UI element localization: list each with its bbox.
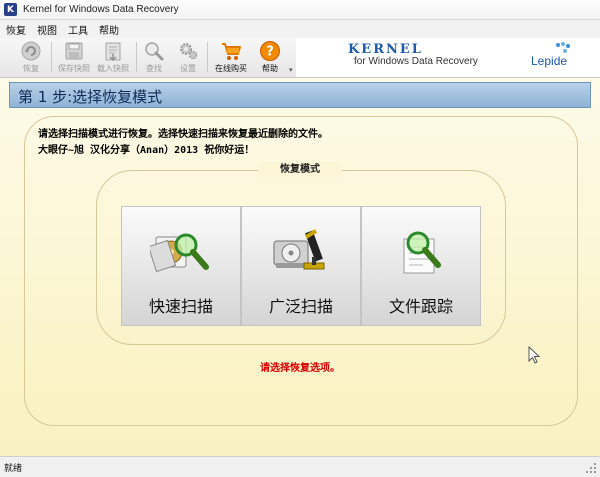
translator-credit: 大眼仔~旭 汉化分享（Anan）2013 祝你好运！ <box>38 145 255 156</box>
app-icon: K <box>4 3 17 16</box>
file-trace-button[interactable]: 文件跟踪 <box>361 206 481 326</box>
settings-button[interactable]: 设置 <box>174 39 202 75</box>
instruction-text: 请选择扫描模式进行恢复。选择快速扫描来恢复最近删除的文件。 <box>38 129 328 140</box>
gear-icon <box>180 43 198 60</box>
menu-tools[interactable]: 工具 <box>68 22 88 37</box>
status-text: 就绪 <box>4 464 23 474</box>
save-snapshot-icon <box>65 42 83 60</box>
selection-prompt: 请选择恢复选项。 <box>260 363 340 374</box>
step-title: 第 1 步:选择恢复模式 <box>18 88 163 106</box>
toolbar-separator <box>207 42 208 72</box>
cart-icon <box>222 43 241 60</box>
load-snapshot-button[interactable]: 载入快照 <box>94 39 132 75</box>
search-icon <box>145 42 164 61</box>
brand-subtitle: for Windows Data Recovery <box>354 56 478 67</box>
brand-logo: KERNEL <box>348 42 423 57</box>
window-title: Kernel for Windows Data Recovery <box>23 4 179 15</box>
wizard-content: 第 1 步:选择恢复模式 请选择扫描模式进行恢复。选择快速扫描来恢复最近删除的文… <box>0 78 600 456</box>
resize-grip-icon[interactable] <box>585 462 597 474</box>
quick-scan-icon <box>150 233 209 273</box>
vendor-logo: Lepide <box>531 54 568 68</box>
toolbar-separator <box>51 42 52 72</box>
save-snapshot-button[interactable]: 保存快照 <box>55 39 93 75</box>
recover-button[interactable]: 恢复 <box>14 39 48 75</box>
toolbar: 恢复 保存快照 载入快照 查找 设置 在线购买 ? 帮助 ▾ KERNEL fo… <box>0 38 600 78</box>
mouse-cursor-icon <box>528 346 540 364</box>
menu-help[interactable]: 帮助 <box>99 22 119 37</box>
recovery-mode-legend: 恢复模式 <box>258 162 342 178</box>
extensive-scan-icon <box>273 229 325 270</box>
menu-view[interactable]: 视图 <box>37 22 57 37</box>
help-button[interactable]: ? 帮助 <box>255 39 285 75</box>
menu-bar: 恢复 视图 工具 帮助 <box>0 20 600 38</box>
menu-recover[interactable]: 恢复 <box>6 22 26 37</box>
recover-icon <box>21 41 41 61</box>
load-snapshot-icon <box>105 42 121 62</box>
title-bar: K Kernel for Windows Data Recovery <box>0 0 600 20</box>
status-bar: 就绪 <box>0 456 600 477</box>
step-header: 第 1 步:选择恢复模式 <box>9 82 591 108</box>
file-trace-icon <box>403 231 441 274</box>
toolbar-separator <box>136 42 137 72</box>
buy-online-button[interactable]: 在线购买 <box>210 39 252 75</box>
quick-scan-button[interactable]: 快速扫描 <box>121 206 241 326</box>
toolbar-overflow-icon[interactable]: ▾ <box>289 66 293 74</box>
help-icon: ? <box>260 41 280 61</box>
svg-text:?: ? <box>266 45 274 60</box>
extensive-scan-button[interactable]: 广泛扫描 <box>241 206 361 326</box>
brand-banner: KERNEL for Windows Data Recovery Lepide <box>296 38 600 77</box>
search-button[interactable]: 查找 <box>140 39 168 75</box>
